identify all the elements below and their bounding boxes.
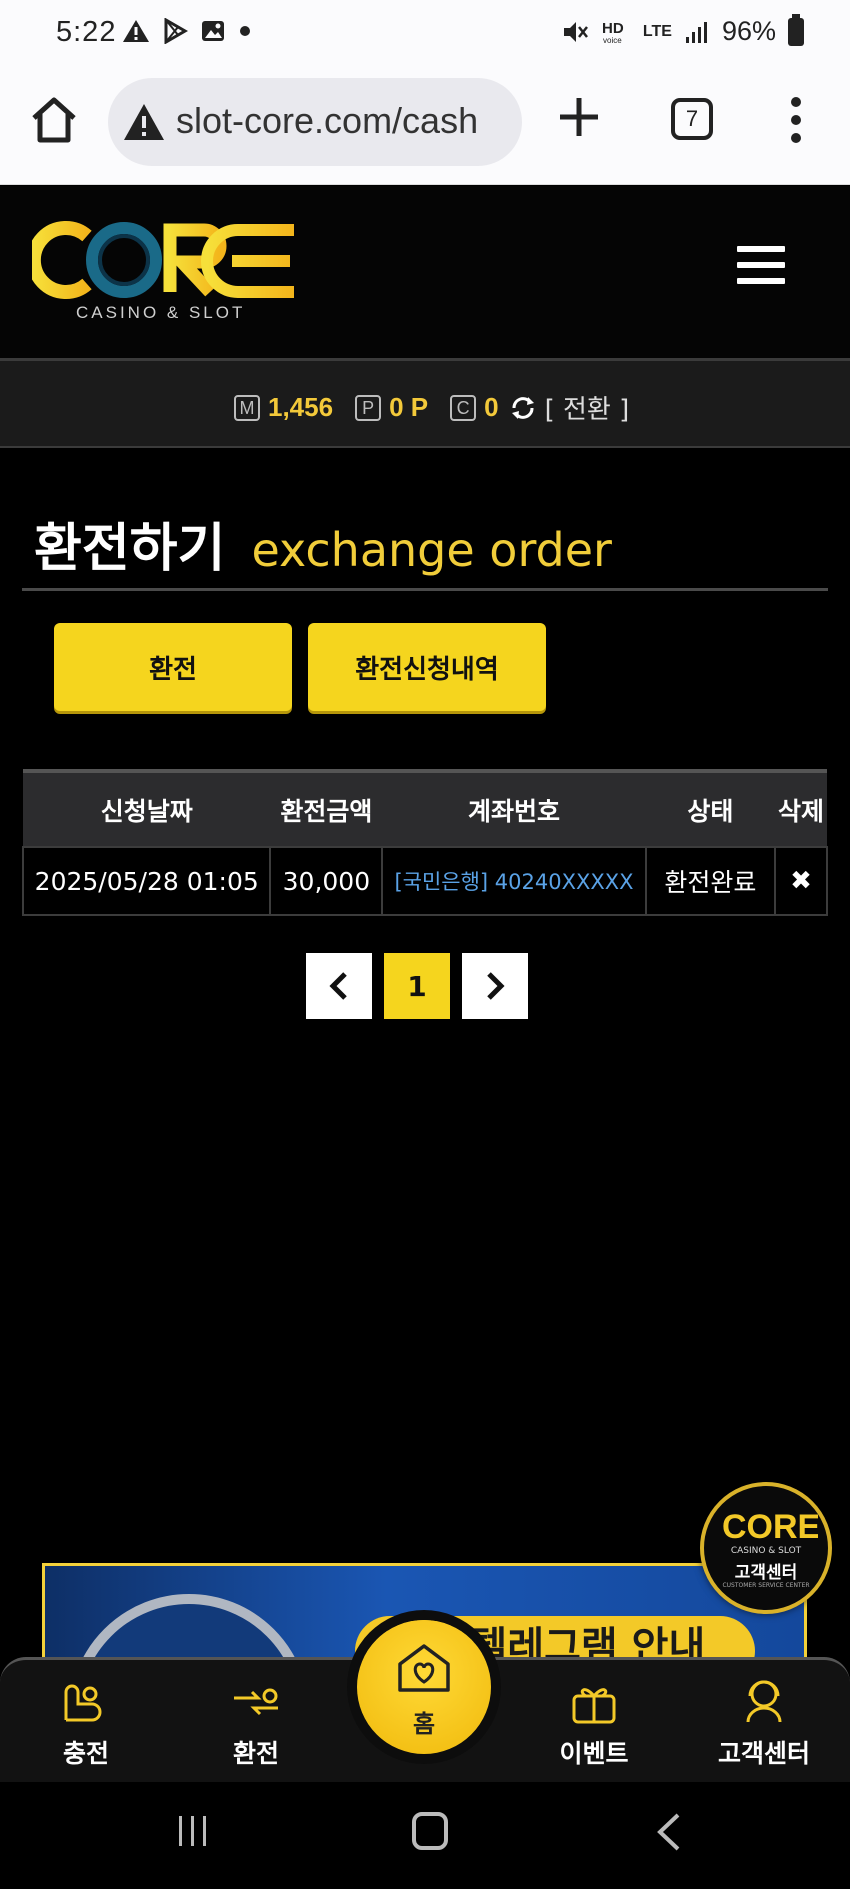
home-heart-icon — [398, 1644, 450, 1692]
dot-icon — [240, 26, 250, 36]
point-value: 0 P — [389, 392, 429, 422]
warning-icon — [123, 20, 149, 42]
pagination: 1 — [306, 953, 528, 1019]
prev-page-button[interactable] — [306, 953, 372, 1019]
network-type: LTE — [642, 22, 672, 40]
site-header: CASINO & SLOT — [0, 186, 850, 358]
tab-exchange-button[interactable]: 환전 — [54, 623, 292, 711]
exchange-icon — [234, 1688, 278, 1716]
support-logo-text: CORE — [722, 1508, 818, 1546]
row-account: [국민은행] 40240XXXXX — [381, 846, 647, 916]
switch-button[interactable]: [ 전환 ] — [545, 389, 630, 426]
tab-switcher-button[interactable]: 7 — [671, 98, 713, 140]
next-page-button[interactable] — [462, 953, 528, 1019]
nav-exchange[interactable]: 환전 — [186, 1674, 326, 1774]
nav-home-button[interactable]: 홈 — [357, 1620, 491, 1754]
row-delete-cell: ✖ — [774, 846, 828, 916]
money-value: 1,456 — [268, 392, 334, 422]
status-bar: 5:22 HD voice LTE 96% — [0, 0, 850, 72]
refresh-icon[interactable] — [509, 394, 537, 422]
nav-deposit-label: 충전 — [62, 1739, 109, 1768]
mute-icon — [563, 21, 588, 42]
column-header-account: 계좌번호 — [382, 769, 646, 847]
column-header-delete: 삭제 — [775, 769, 827, 847]
browser-toolbar: slot-core.com/cash 7 — [0, 72, 850, 185]
play-store-icon — [164, 18, 188, 44]
page-title-english: exchange order — [251, 523, 612, 577]
address-bar[interactable]: slot-core.com/cash — [108, 78, 522, 166]
nav-home-label: 홈 — [412, 1710, 436, 1738]
nav-event-label: 이벤트 — [559, 1739, 629, 1768]
battery-icon — [788, 13, 804, 46]
status-right: HD voice LTE 96% — [561, 13, 804, 47]
logo-subtitle: CASINO & SLOT — [76, 303, 245, 322]
deposit-icon — [64, 1684, 102, 1722]
table-row: 2025/05/28 01:05 30,000 [국민은행] 40240XXXX… — [21, 846, 828, 916]
banner-graphic — [69, 1594, 309, 1660]
column-header-date: 신청날짜 — [23, 769, 271, 847]
points-bar: M 1,456 P 0 P C 0 [ 전환 ] — [0, 358, 850, 448]
core-logo[interactable]: CASINO & SLOT — [32, 216, 302, 326]
table-header-row: 신청날짜 환전금액 계좌번호 상태 삭제 — [23, 769, 827, 847]
floating-support-button[interactable]: CORE CASINO & SLOT 고객센터 CUSTOMER SERVICE… — [700, 1482, 832, 1614]
page-title: 환전하기 exchange order — [34, 506, 612, 581]
status-time: 5:22 — [56, 16, 117, 48]
exchange-history-table: 신청날짜 환전금액 계좌번호 상태 삭제 2025/05/28 01:05 30… — [21, 769, 828, 916]
home-icon[interactable] — [28, 94, 80, 146]
support-logo-icon: CORE — [722, 1508, 818, 1546]
nav-event[interactable]: 이벤트 — [524, 1674, 664, 1774]
support-label: 고객센터 — [734, 1563, 798, 1583]
back-icon[interactable] — [654, 1812, 682, 1852]
hd-voice-icon: HDvoice — [602, 20, 624, 45]
system-home-icon[interactable] — [412, 1812, 448, 1850]
title-divider — [22, 588, 828, 591]
svg-text:HD: HD — [602, 20, 624, 37]
coupon-badge-icon: C — [450, 394, 477, 421]
coupon-value: 0 — [484, 392, 499, 422]
not-secure-icon[interactable] — [122, 100, 166, 144]
nav-exchange-label: 환전 — [232, 1739, 279, 1768]
hamburger-menu-icon[interactable] — [737, 246, 785, 286]
page-title-korean: 환전하기 — [34, 519, 226, 579]
row-amount: 30,000 — [269, 846, 384, 916]
money-badge-icon: M — [234, 394, 260, 421]
points-row: M 1,456 P 0 P C 0 [ 전환 ] — [234, 389, 629, 426]
tab-exchange-history-button[interactable]: 환전신청내역 — [308, 623, 546, 711]
screen: 5:22 HD voice LTE 96% slot-core.com/cash … — [0, 0, 850, 1889]
row-status: 환전완료 — [644, 846, 777, 916]
battery-percent: 96% — [721, 16, 776, 46]
nav-support[interactable]: 고객센터 — [694, 1674, 834, 1774]
url-text[interactable]: slot-core.com/cash — [176, 100, 478, 142]
support-icon — [746, 1680, 782, 1723]
row-date: 2025/05/28 01:05 — [21, 846, 272, 916]
system-nav-bar — [0, 1782, 850, 1889]
chevron-right-icon — [487, 972, 505, 1000]
nav-deposit[interactable]: 충전 — [16, 1674, 156, 1774]
gallery-icon — [202, 21, 224, 41]
column-header-amount: 환전금액 — [270, 769, 383, 847]
svg-text:voice: voice — [603, 36, 622, 45]
point-badge-icon: P — [355, 394, 382, 421]
new-tab-icon[interactable] — [556, 94, 602, 140]
status-left-icons — [122, 18, 252, 44]
recents-icon[interactable] — [175, 1814, 211, 1848]
page-number-button[interactable]: 1 — [384, 953, 450, 1019]
delete-icon[interactable]: ✖ — [790, 866, 812, 896]
support-label-en: CUSTOMER SERVICE CENTER — [722, 1582, 810, 1589]
signal-icon — [685, 21, 707, 43]
more-options-icon[interactable] — [788, 96, 804, 144]
chevron-left-icon — [329, 972, 347, 1000]
support-logo-sub: CASINO & SLOT — [730, 1546, 802, 1556]
nav-support-label: 고객센터 — [717, 1739, 810, 1768]
column-header-status: 상태 — [645, 769, 776, 847]
gift-icon — [572, 1688, 616, 1724]
